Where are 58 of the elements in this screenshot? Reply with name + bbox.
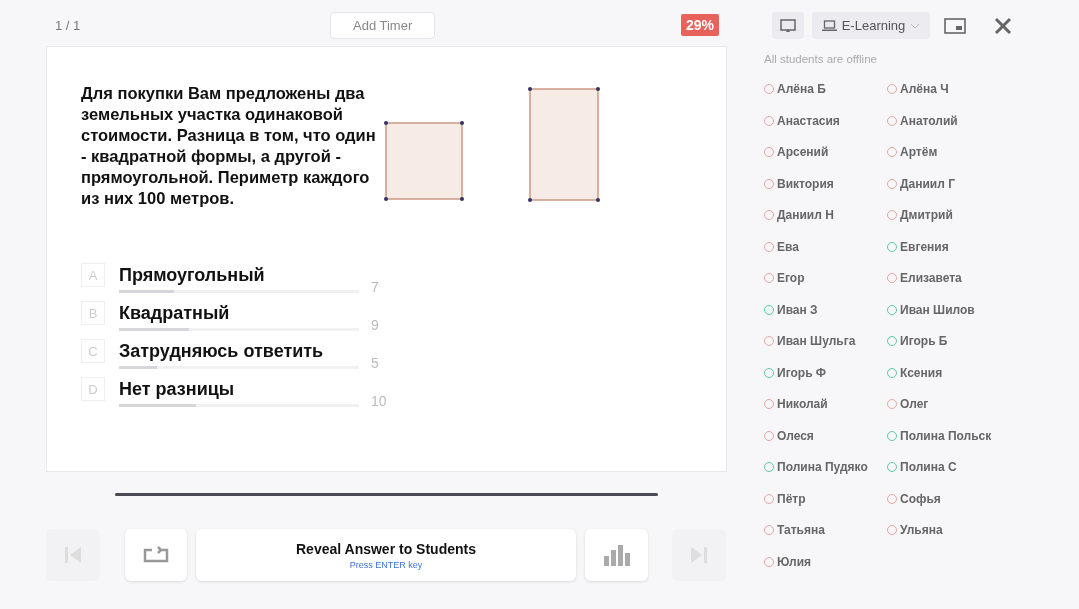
repeat-icon [143,546,169,564]
skip-back-icon [63,545,83,565]
student-name: Даниил Г [900,176,955,191]
student-name: Ксения [900,365,943,380]
student-name: Иван Шульга [777,334,856,348]
score-badge: 29% [680,14,719,36]
student-name: Елизавета [900,271,962,285]
student-name: Полина Польск [900,428,992,443]
answer-count: 10 [371,393,387,409]
question-text: Для покупки Вам предложены два земельных участка одинаковой стоимости. Разница в том, что один - квадратной формы, а другой - прямоугольной. Периметр каждого из них 100 метров. [81,83,377,209]
student-name: Виктория [777,176,834,191]
student-name: Софья [900,491,941,506]
picture-in-picture-icon [944,17,966,34]
student-name: Игорь Ф [777,365,827,380]
student-name: Олег [900,397,929,411]
student-name: Анатолий [900,113,958,128]
student-name: Евгения [900,239,949,254]
student-name: Дмитрий [900,208,953,222]
student-name: Алёна Б [777,82,826,96]
students-status: All students are offline [764,53,878,65]
screen-share-button[interactable] [772,12,804,39]
student-name: Пётр [777,491,806,506]
repeat-button[interactable] [125,529,187,581]
class-dropdown[interactable]: E-Learning [812,12,930,39]
student-name: Полина Пудяко [777,460,868,474]
bar-chart-icon [602,544,631,566]
student-name: Артём [900,145,938,159]
student-name: Юлия [777,554,812,569]
student-name: Егор [777,271,805,285]
monitor-icon [780,18,796,33]
skip-forward-icon [689,545,709,565]
student-name: Даниил Н [777,208,834,222]
answer-text: Квадратный [119,303,231,323]
student-name: Игорь Б [900,334,948,348]
close-icon [994,16,1012,35]
laptop-icon [821,19,837,32]
answer-count: 5 [371,355,379,371]
answer-count: 7 [371,279,379,295]
student-name: Иван З [777,302,818,317]
student-name: Полина С [900,460,957,474]
student-name: Анастасия [777,113,840,128]
answer-text: Прямоугольный [119,265,266,285]
student-name: Алёна Ч [900,82,949,96]
add-timer-button[interactable]: Add Timer [330,11,436,39]
student-name: Арсений [777,145,829,159]
chevron-down-icon [910,22,921,29]
answer-text: Нет разницы [119,379,236,399]
student-name: Олеся [777,428,814,443]
student-name: Ева [777,239,799,254]
answer-count: 9 [371,317,379,333]
slide-counter: 1 / 1 [55,17,82,33]
answer-text: Затрудняюсь ответить [119,341,325,361]
student-name: Николай [777,397,828,411]
student-name: Иван Шилов [900,302,975,317]
student-name: Ульяна [900,523,943,537]
results-chart-button[interactable] [585,529,648,581]
reveal-answer-button[interactable]: Reveal Answer to Students Press ENTER key [196,529,576,581]
student-name: Татьяна [777,523,825,537]
